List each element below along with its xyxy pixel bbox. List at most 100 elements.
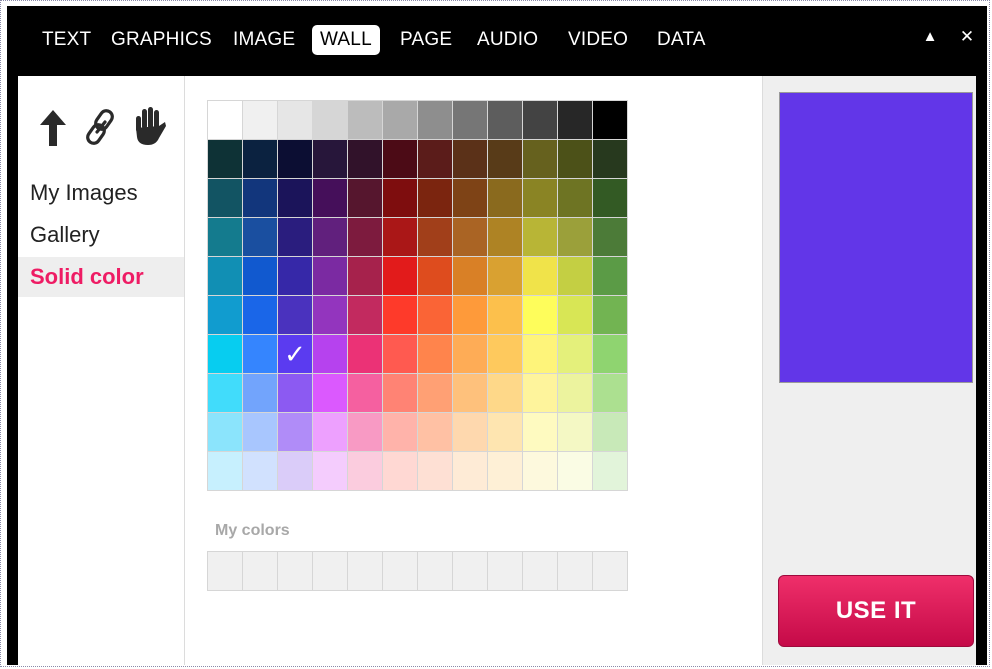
color-swatch[interactable] — [418, 335, 452, 373]
color-swatch[interactable] — [593, 140, 627, 178]
color-swatch[interactable] — [523, 140, 557, 178]
color-swatch[interactable] — [488, 218, 522, 256]
color-swatch[interactable] — [243, 101, 277, 139]
color-swatch[interactable] — [348, 452, 382, 490]
color-swatch[interactable] — [243, 335, 277, 373]
collapse-icon[interactable]: ▲ — [919, 22, 941, 52]
color-swatch[interactable] — [348, 218, 382, 256]
color-swatch[interactable] — [593, 413, 627, 451]
color-swatch[interactable] — [488, 179, 522, 217]
color-swatch[interactable] — [383, 335, 417, 373]
color-swatch[interactable] — [208, 413, 242, 451]
color-swatch[interactable] — [208, 335, 242, 373]
color-swatch[interactable] — [383, 140, 417, 178]
color-swatch[interactable] — [383, 218, 417, 256]
color-swatch[interactable] — [593, 218, 627, 256]
color-swatch[interactable] — [383, 101, 417, 139]
color-swatch[interactable]: ✓ — [278, 335, 312, 373]
color-swatch[interactable] — [313, 140, 347, 178]
tab-page[interactable]: PAGE — [400, 25, 452, 55]
tab-image[interactable]: IMAGE — [233, 25, 295, 55]
color-swatch[interactable] — [313, 101, 347, 139]
sidebar-item-gallery[interactable]: Gallery — [18, 215, 184, 255]
color-swatch[interactable] — [488, 335, 522, 373]
sidebar-item-my-images[interactable]: My Images — [18, 173, 184, 213]
color-swatch[interactable] — [523, 257, 557, 295]
color-swatch[interactable] — [348, 374, 382, 412]
color-swatch[interactable] — [558, 257, 592, 295]
color-swatch[interactable] — [278, 140, 312, 178]
hand-icon[interactable] — [132, 106, 166, 151]
tab-data[interactable]: DATA — [657, 25, 706, 55]
color-swatch[interactable] — [558, 413, 592, 451]
color-swatch[interactable] — [488, 101, 522, 139]
color-swatch[interactable] — [523, 179, 557, 217]
color-swatch[interactable] — [593, 296, 627, 334]
color-swatch[interactable] — [418, 296, 452, 334]
color-swatch[interactable] — [348, 101, 382, 139]
color-swatch[interactable] — [453, 101, 487, 139]
color-swatch[interactable] — [243, 218, 277, 256]
color-swatch[interactable] — [208, 101, 242, 139]
color-swatch[interactable] — [278, 413, 312, 451]
color-swatch[interactable] — [418, 413, 452, 451]
tab-graphics[interactable]: GRAPHICS — [111, 25, 212, 55]
color-swatch[interactable] — [488, 452, 522, 490]
color-swatch[interactable] — [383, 296, 417, 334]
color-swatch[interactable] — [418, 257, 452, 295]
color-swatch[interactable] — [593, 335, 627, 373]
color-swatch[interactable] — [208, 140, 242, 178]
color-swatch[interactable] — [208, 374, 242, 412]
color-swatch[interactable] — [488, 140, 522, 178]
color-swatch[interactable] — [208, 179, 242, 217]
my-color-slot[interactable] — [453, 552, 487, 590]
color-swatch[interactable] — [558, 296, 592, 334]
color-swatch[interactable] — [453, 413, 487, 451]
color-swatch[interactable] — [383, 374, 417, 412]
tab-wall[interactable]: WALL — [312, 25, 380, 55]
my-color-slot[interactable] — [418, 552, 452, 590]
color-swatch[interactable] — [313, 218, 347, 256]
close-icon[interactable]: ✕ — [956, 22, 978, 52]
color-swatch[interactable] — [523, 452, 557, 490]
color-swatch[interactable] — [313, 179, 347, 217]
color-swatch[interactable] — [243, 413, 277, 451]
my-color-slot[interactable] — [383, 552, 417, 590]
color-swatch[interactable] — [313, 296, 347, 334]
color-swatch[interactable] — [243, 452, 277, 490]
color-swatch[interactable] — [593, 257, 627, 295]
my-color-slot[interactable] — [523, 552, 557, 590]
color-swatch[interactable] — [453, 296, 487, 334]
color-swatch[interactable] — [278, 101, 312, 139]
color-swatch[interactable] — [278, 179, 312, 217]
tab-text[interactable]: TEXT — [42, 25, 91, 55]
color-swatch[interactable] — [383, 413, 417, 451]
my-color-slot[interactable] — [558, 552, 592, 590]
color-swatch[interactable] — [488, 296, 522, 334]
color-swatch[interactable] — [453, 335, 487, 373]
color-swatch[interactable] — [558, 452, 592, 490]
color-swatch[interactable] — [593, 179, 627, 217]
color-swatch[interactable] — [348, 140, 382, 178]
color-swatch[interactable] — [418, 452, 452, 490]
color-swatch[interactable] — [243, 140, 277, 178]
color-swatch[interactable] — [278, 374, 312, 412]
color-swatch[interactable] — [453, 374, 487, 412]
color-swatch[interactable] — [208, 296, 242, 334]
color-swatch[interactable] — [348, 296, 382, 334]
my-color-slot[interactable] — [313, 552, 347, 590]
color-swatch[interactable] — [558, 179, 592, 217]
color-swatch[interactable] — [383, 452, 417, 490]
my-color-slot[interactable] — [278, 552, 312, 590]
color-swatch[interactable] — [558, 101, 592, 139]
color-swatch[interactable] — [453, 140, 487, 178]
color-swatch[interactable] — [278, 452, 312, 490]
color-swatch[interactable] — [348, 257, 382, 295]
color-swatch[interactable] — [313, 452, 347, 490]
color-swatch[interactable] — [488, 257, 522, 295]
color-swatch[interactable] — [523, 296, 557, 334]
color-swatch[interactable] — [488, 374, 522, 412]
up-arrow-icon[interactable] — [40, 110, 66, 151]
color-swatch[interactable] — [523, 335, 557, 373]
color-swatch[interactable] — [593, 374, 627, 412]
